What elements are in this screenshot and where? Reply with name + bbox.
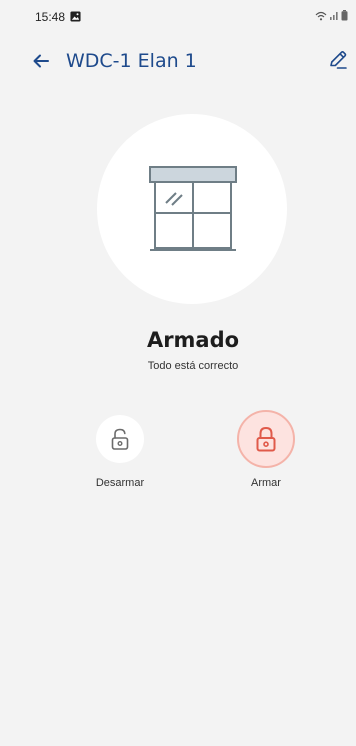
state-subtitle: Todo está correcto [147,360,239,372]
page-title: WDC-1 Elan 1 [66,50,197,72]
disarm-label: Desarmar [95,477,145,489]
window-icon [149,166,237,251]
status-time: 15:48 [35,10,66,24]
gallery-notification-icon [70,11,81,22]
arm-label: Armar [251,477,281,489]
disarm-action: Desarmar [70,415,170,489]
arm-button[interactable] [237,410,295,468]
signal-icon [330,11,338,20]
disarm-button[interactable] [96,415,144,463]
battery-icon [341,10,348,21]
back-arrow-icon[interactable] [30,50,52,72]
status-icons [315,10,348,21]
arm-action: Armar [216,410,316,489]
locked-padlock-icon [256,426,276,452]
unlocked-padlock-icon [111,428,129,450]
device-status-circle [97,114,287,304]
app-bar: WDC-1 Elan 1 [0,40,356,84]
edit-pencil-icon[interactable] [327,49,349,71]
screen: 15:48 WDC-1 Elan 1 Armado Todo está corr… [0,0,356,746]
wifi-icon [315,11,327,20]
status-bar: 15:48 [0,0,356,40]
state-title: Armado [146,328,240,352]
